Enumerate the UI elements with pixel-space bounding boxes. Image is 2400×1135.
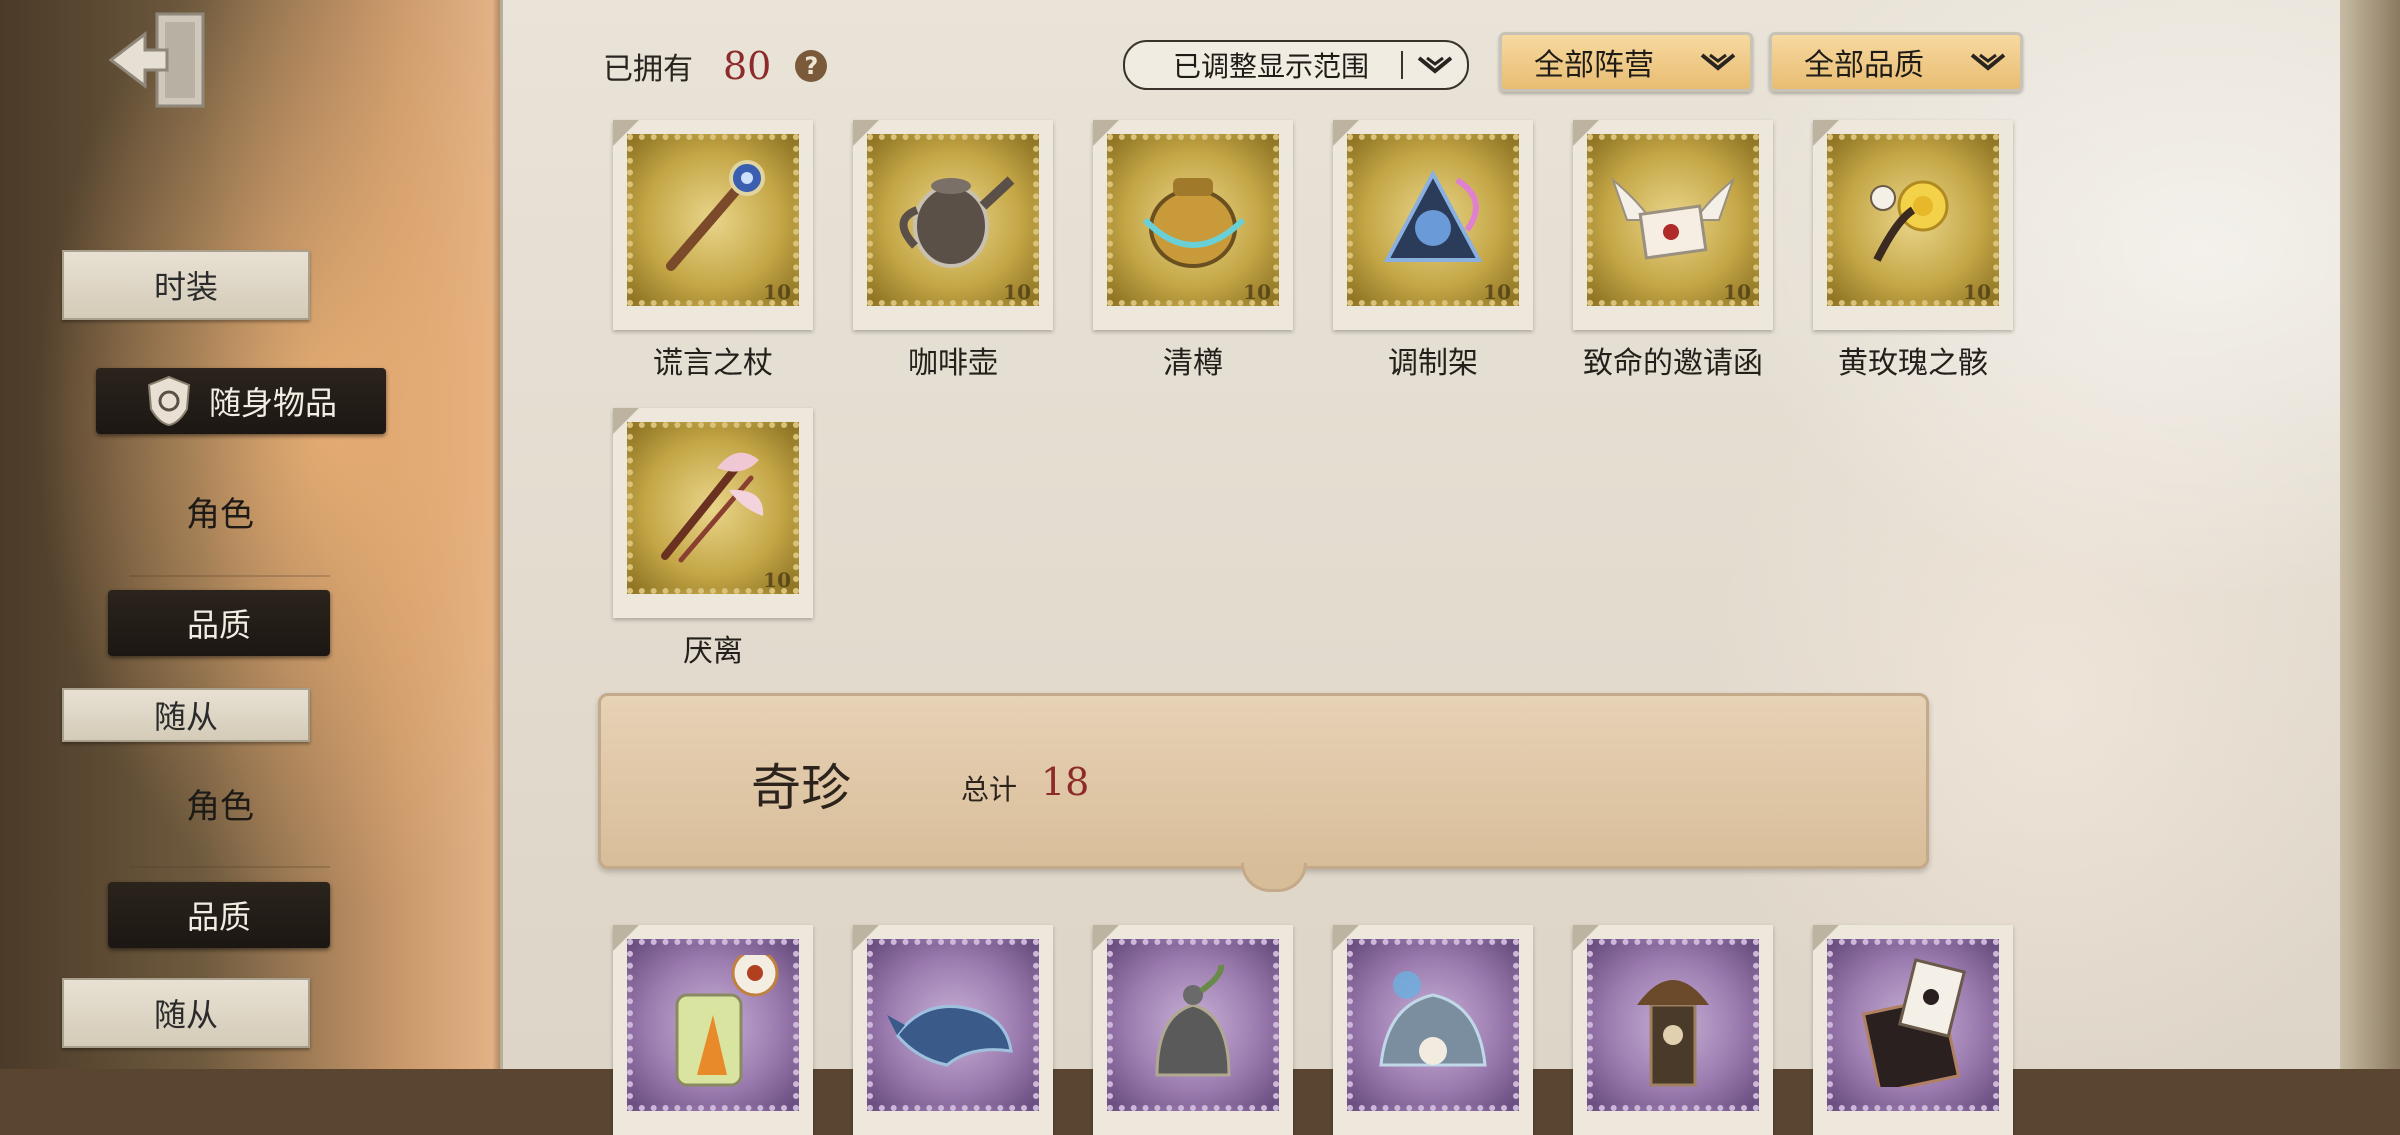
sidebar-item-fashion[interactable]: 时装 (62, 250, 310, 320)
sidebar-item-label: 品质 (186, 606, 251, 644)
coffee-pot-icon (899, 176, 1015, 268)
item-card[interactable] (613, 925, 813, 1135)
help-icon[interactable]: ? (795, 50, 828, 82)
quality-filter-label: 全部品质 (1804, 48, 1924, 83)
jar-icon (1142, 178, 1246, 268)
sidebar-item-label: 随从 (153, 996, 218, 1034)
tree-figure-icon (1637, 980, 1709, 1087)
item-name: 黄玫瑰之骸 (1838, 346, 1988, 381)
owned-counter: 已拥有 80 ? (603, 44, 828, 88)
stamp-value: 10 (1003, 280, 1031, 304)
item-card[interactable]: 10 致命的邀请函 (1573, 120, 1773, 382)
item-name: 致命的邀请函 (1583, 346, 1763, 381)
stamp-value: 10 (1483, 280, 1511, 304)
rose-icon (1870, 180, 1949, 262)
display-range-label: 已调整显示范围 (1172, 50, 1369, 83)
sidebar-item-follower[interactable]: 随从 (62, 688, 310, 742)
sidebar-item-accessories[interactable]: 随身物品 (96, 368, 386, 434)
shield-icon (147, 375, 191, 427)
section-total: 18 (1041, 760, 1090, 804)
divider (130, 866, 330, 868)
item-card[interactable]: 10 厌离 (613, 408, 813, 670)
item-card[interactable]: 10 黄玫瑰之骸 (1813, 120, 2013, 382)
item-card[interactable]: 10 调制架 (1333, 120, 1533, 382)
sidebar-item-label: 角色 (186, 786, 254, 827)
item-card[interactable]: 10 谎言之杖 (613, 120, 813, 382)
item-name: 调制架 (1388, 346, 1478, 381)
item-card[interactable] (1813, 925, 2013, 1135)
crystal-rack-icon (1383, 169, 1483, 262)
carrot-jar-icon (675, 955, 779, 1087)
panel-edge (2340, 0, 2400, 1069)
camp-filter-label: 全部阵营 (1534, 48, 1654, 83)
sidebar-item-label: 随从 (153, 698, 218, 736)
item-name: 谎言之杖 (653, 346, 773, 381)
exit-icon[interactable] (105, 8, 215, 112)
owned-count: 80 (723, 44, 772, 88)
camp-filter-dropdown[interactable]: 全部阵营 (1499, 32, 1753, 92)
stamp-value: 10 (1963, 280, 1991, 304)
sidebar-item-follower[interactable]: 随从 (62, 978, 310, 1048)
chevron-down-icon (1403, 55, 1467, 75)
item-card[interactable]: 10 清樽 (1093, 120, 1293, 382)
sidebar: 时装 随身物品 角色 品质 随从 角色 品质 随从 (0, 0, 500, 1069)
blossom-staff-icon (661, 452, 764, 563)
section-total-label: 总计 (961, 773, 1018, 806)
shell-pearl-icon (1379, 971, 1487, 1067)
item-name: 咖啡壶 (908, 346, 998, 381)
item-name: 厌离 (683, 634, 743, 669)
chevron-down-icon (1686, 52, 1750, 72)
item-card[interactable]: 10 咖啡壶 (853, 120, 1053, 382)
card-book-icon (1861, 958, 1967, 1087)
sidebar-item-label: 随身物品 (208, 384, 337, 422)
whale-icon (887, 1004, 1013, 1067)
collection-panel: 已拥有 80 ? 已调整显示范围 全部阵营 全部品质 10 谎言之杖 10 咖啡… (500, 0, 2343, 1135)
item-card[interactable] (1333, 925, 1533, 1135)
stamp-value: 10 (1243, 280, 1271, 304)
sidebar-item-character[interactable]: 角色 (110, 484, 330, 538)
item-card[interactable] (1573, 925, 1773, 1135)
item-card[interactable] (1093, 925, 1293, 1135)
sidebar-item-quality[interactable]: 品质 (108, 882, 330, 948)
sidebar-item-label: 角色 (186, 494, 254, 535)
sidebar-item-character[interactable]: 角色 (110, 776, 330, 830)
scepter-icon (666, 160, 765, 271)
item-name: 清樽 (1163, 346, 1223, 381)
stamp-value: 10 (1723, 280, 1751, 304)
sidebar-item-label: 品质 (186, 898, 251, 936)
chevron-down-icon (1956, 52, 2020, 72)
display-range-dropdown[interactable]: 已调整显示范围 (1123, 40, 1469, 90)
item-card[interactable] (853, 925, 1053, 1135)
owned-label: 已拥有 (603, 52, 693, 87)
stamp-value: 10 (763, 280, 791, 304)
bell-icon (1155, 964, 1231, 1077)
sidebar-item-quality[interactable]: 品质 (108, 590, 330, 656)
section-header: 奇珍 总计 18 (598, 693, 1929, 892)
quality-filter-dropdown[interactable]: 全部品质 (1769, 32, 2023, 92)
stamp-value: 10 (763, 568, 791, 592)
section-title: 奇珍 (751, 759, 851, 817)
winged-letter-icon (1610, 176, 1736, 260)
sidebar-item-label: 时装 (153, 268, 218, 306)
divider (130, 575, 330, 577)
